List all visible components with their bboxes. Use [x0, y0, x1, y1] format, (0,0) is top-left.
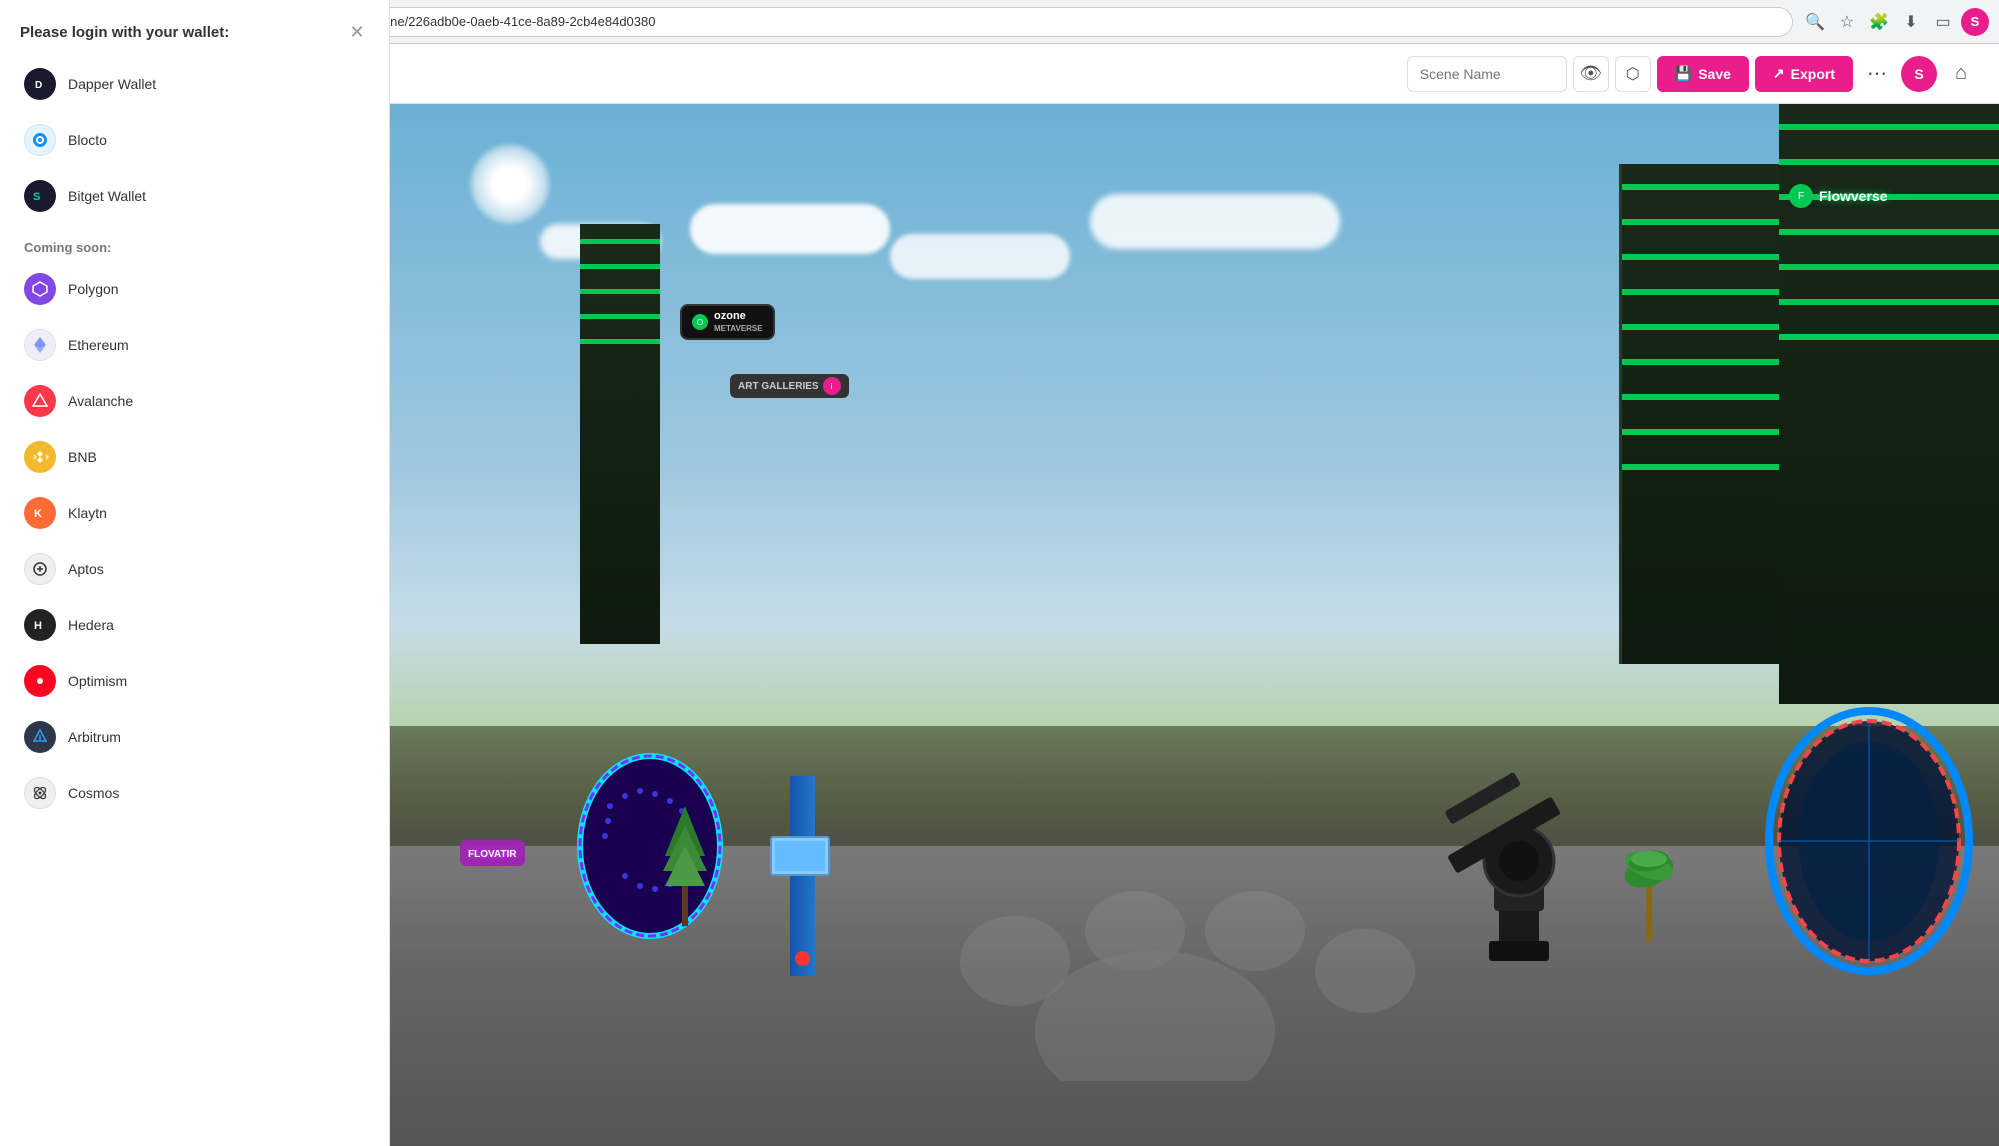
floor-tiles [190, 846, 1999, 1146]
wallet-item-cosmos[interactable]: Cosmos [12, 767, 377, 819]
tree [660, 806, 710, 931]
sun [470, 144, 550, 224]
search-button[interactable]: 🔍 [1801, 8, 1829, 36]
robot-cannon [1419, 721, 1619, 986]
wallet-name: Blocto [68, 132, 107, 148]
pillar [790, 776, 815, 976]
bookmark-button[interactable]: ☆ [1833, 8, 1861, 36]
app-container: ozone STUDIO 👁 ⬡ 💾 Save ↗ Export ⋯ S ⌂ [0, 44, 1999, 1146]
cosmos-icon [24, 777, 56, 809]
blocto-icon [24, 124, 56, 156]
grid-button[interactable]: ⋯ [1859, 56, 1895, 92]
hedera-icon: H [24, 609, 56, 641]
save-button[interactable]: 💾 Save [1657, 56, 1749, 92]
polygon-icon [24, 273, 56, 305]
scene-area[interactable]: ↩ ↪ [190, 104, 1999, 1146]
wallet-item-polygon[interactable]: Polygon [12, 263, 377, 315]
home-button[interactable]: ⌂ [1943, 56, 1979, 92]
right-building-2: F Flowverse [1779, 104, 1999, 704]
wallet-modal: Please login with your wallet: ✕ D Dappe… [0, 104, 390, 1146]
wallet-name: Ethereum [68, 337, 129, 353]
cloud-3 [890, 234, 1070, 279]
arbitrum-icon [24, 721, 56, 753]
wallet-item-blocto[interactable]: Blocto [12, 114, 377, 166]
center-building [580, 224, 660, 644]
wallet-item-dapper[interactable]: D Dapper Wallet [12, 104, 377, 110]
export-button[interactable]: ↗ Export [1755, 56, 1853, 92]
ethereum-icon [24, 329, 56, 361]
avalanche-icon [24, 385, 56, 417]
wallet-name: BNB [68, 449, 97, 465]
art-galleries-sign: ART GALLERIES i [730, 374, 849, 398]
wallet-name: Aptos [68, 561, 104, 577]
palm-tree [1619, 801, 1679, 946]
wallet-name: Avalanche [68, 393, 133, 409]
export-label: Export [1791, 66, 1835, 82]
app-body: Objects in scene Worlds 3D library Sky [0, 104, 1999, 1146]
wallet-name: Optimism [68, 673, 127, 689]
bitget-icon: S [24, 180, 56, 212]
wallet-name: Klaytn [68, 505, 107, 521]
bnb-icon [24, 441, 56, 473]
wallet-item-optimism[interactable]: Optimism [12, 655, 377, 707]
wallet-item-klaytn[interactable]: K Klaytn [12, 487, 377, 539]
save-label: Save [1698, 66, 1731, 82]
svg-text:K: K [34, 508, 42, 520]
tablet-button[interactable]: ▭ [1929, 8, 1957, 36]
flovatir-sign: FLOVATIR [460, 840, 525, 866]
wallet-name: Polygon [68, 281, 119, 297]
wallet-name: Arbitrum [68, 729, 121, 745]
wallet-list: D Dapper Wallet Blocto S Bitget Wa [0, 104, 389, 222]
wallet-item-avalanche[interactable]: Avalanche [12, 375, 377, 427]
wallet-item-bitget[interactable]: S Bitget Wallet [12, 170, 377, 222]
wallet-item-arbitrum[interactable]: Arbitrum [12, 711, 377, 763]
wallet-name: Hedera [68, 617, 114, 633]
coming-soon-label: Coming soon: [0, 226, 389, 263]
scene-name-input[interactable] [1407, 56, 1567, 92]
svg-text:S: S [33, 191, 40, 203]
share-button[interactable]: ⬡ [1615, 56, 1651, 92]
wallet-name: Cosmos [68, 785, 119, 801]
wallet-item-bnb[interactable]: BNB [12, 431, 377, 483]
flowverse-sign: F Flowverse [1789, 184, 1887, 208]
export-icon: ↗ [1773, 65, 1785, 82]
browser-profile[interactable]: S [1961, 8, 1989, 36]
download-button[interactable]: ⬇ [1897, 8, 1925, 36]
right-portal [1759, 691, 1979, 996]
coming-soon-wallet-list: Polygon Ethereum Avalanche [0, 263, 389, 819]
header-avatar[interactable]: S [1901, 56, 1937, 92]
wallet-item-hedera[interactable]: H Hedera [12, 599, 377, 651]
wallet-item-ethereum[interactable]: Ethereum [12, 319, 377, 371]
extensions-button[interactable]: 🧩 [1865, 8, 1893, 36]
save-icon: 💾 [1675, 65, 1692, 82]
eye-button[interactable]: 👁 [1573, 56, 1609, 92]
cloud-2 [690, 204, 890, 254]
browser-toolbar-right: 🔍 ☆ 🧩 ⬇ ▭ S [1801, 8, 1989, 36]
optimism-icon [24, 665, 56, 697]
right-building-1 [1619, 164, 1799, 664]
paw-print [855, 831, 1455, 1086]
ozone-sign: O ozoneMETAVERSE [680, 304, 775, 340]
aptos-icon [24, 553, 56, 585]
cloud-4 [1090, 194, 1340, 249]
klaytn-icon: K [24, 497, 56, 529]
wallet-item-aptos[interactable]: Aptos [12, 543, 377, 595]
svg-text:H: H [34, 620, 42, 632]
wallet-name: Bitget Wallet [68, 188, 146, 204]
